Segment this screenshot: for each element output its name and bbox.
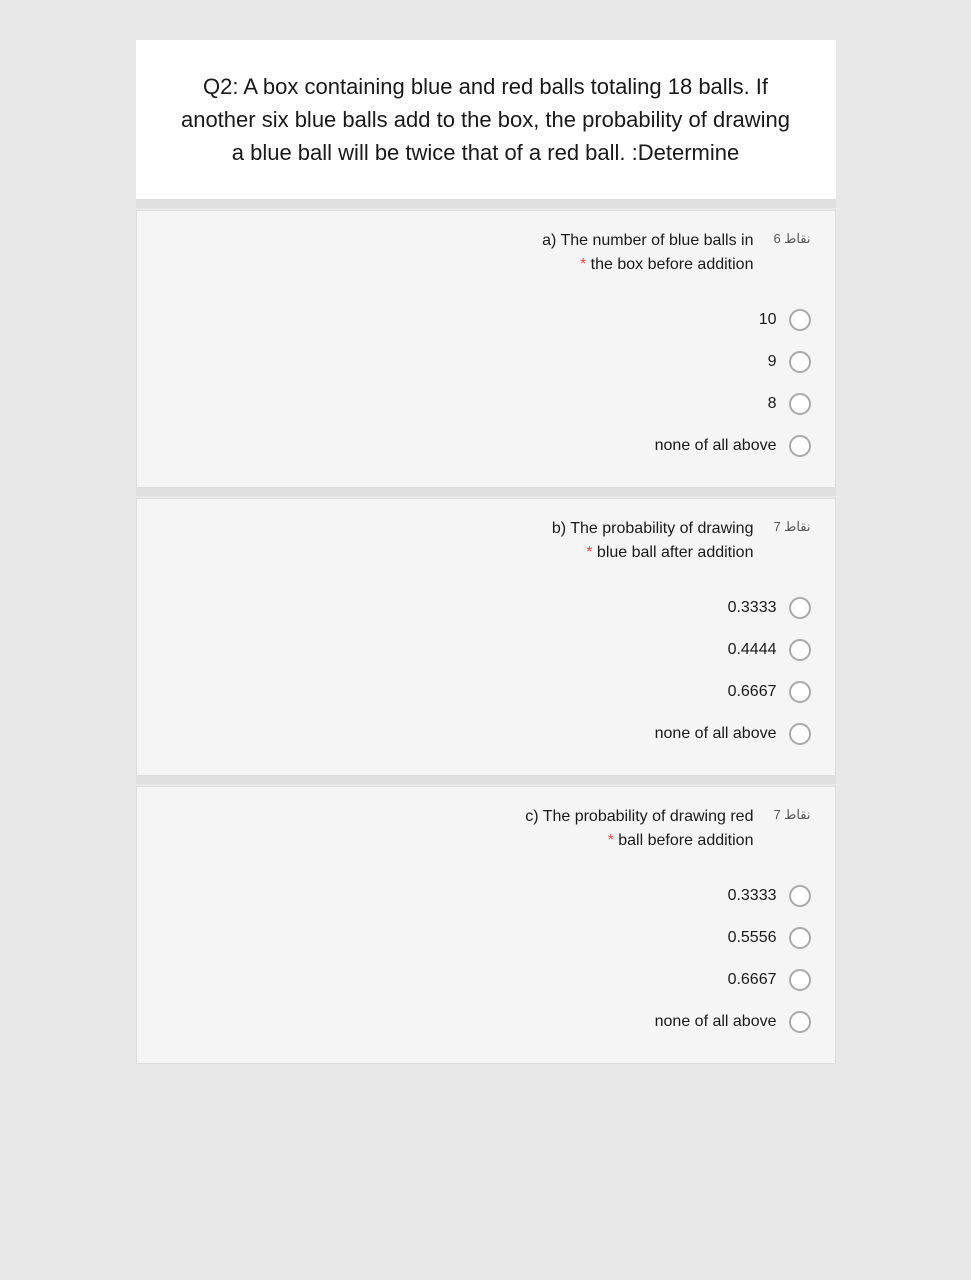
section-divider [136, 488, 836, 496]
option-row-a-none: none of all above [161, 425, 811, 467]
radio-a-10[interactable] [789, 309, 811, 331]
radio-b-0.3333[interactable] [789, 597, 811, 619]
sub-question-header-c: c) The probability of drawing red* ball … [137, 787, 835, 865]
option-label-b-0.4444: 0.4444 [728, 641, 777, 659]
points-badge-a: نقاط 6 [773, 229, 810, 247]
points-badge-b: نقاط 7 [773, 517, 810, 535]
option-label-c-0.5556: 0.5556 [728, 929, 777, 947]
option-label-b-none: none of all above [655, 725, 777, 743]
sub-question-block-b: b) The probability of drawing* blue ball… [136, 498, 836, 776]
option-label-a-10: 10 [759, 311, 777, 329]
sub-question-title-c: c) The probability of drawing red* ball … [525, 805, 753, 853]
option-row-c-0.5556: 0.5556 [161, 917, 811, 959]
radio-a-8[interactable] [789, 393, 811, 415]
option-row-c-0.6667: 0.6667 [161, 959, 811, 1001]
option-row-c-0.3333: 0.3333 [161, 875, 811, 917]
option-label-c-0.3333: 0.3333 [728, 887, 777, 905]
option-row-a-8: 8 [161, 383, 811, 425]
radio-b-none[interactable] [789, 723, 811, 745]
option-label-c-0.6667: 0.6667 [728, 971, 777, 989]
options-container-c: 0.3333 0.5556 0.6667 none of all above [137, 865, 835, 1063]
option-row-b-0.3333: 0.3333 [161, 587, 811, 629]
option-label-b-0.6667: 0.6667 [728, 683, 777, 701]
option-row-b-none: none of all above [161, 713, 811, 755]
question-text: Q2: A box containing blue and red balls … [176, 70, 796, 169]
radio-a-9[interactable] [789, 351, 811, 373]
section-divider [136, 776, 836, 784]
option-row-b-0.6667: 0.6667 [161, 671, 811, 713]
radio-b-0.6667[interactable] [789, 681, 811, 703]
radio-c-0.5556[interactable] [789, 927, 811, 949]
page-container: Q2: A box containing blue and red balls … [136, 40, 836, 1064]
radio-b-0.4444[interactable] [789, 639, 811, 661]
points-badge-c: نقاط 7 [773, 805, 810, 823]
option-label-b-0.3333: 0.3333 [728, 599, 777, 617]
option-label-a-8: 8 [768, 395, 777, 413]
sub-question-title-b: b) The probability of drawing* blue ball… [552, 517, 754, 565]
radio-a-none[interactable] [789, 435, 811, 457]
section-divider [136, 200, 836, 208]
option-row-a-10: 10 [161, 299, 811, 341]
option-row-c-none: none of all above [161, 1001, 811, 1043]
option-label-a-none: none of all above [655, 437, 777, 455]
radio-c-0.3333[interactable] [789, 885, 811, 907]
sub-question-header-b: b) The probability of drawing* blue ball… [137, 499, 835, 577]
radio-c-0.6667[interactable] [789, 969, 811, 991]
option-label-a-9: 9 [768, 353, 777, 371]
sub-question-title-a: a) The number of blue balls in* the box … [542, 229, 753, 277]
option-label-c-none: none of all above [655, 1013, 777, 1031]
sub-question-block-a: a) The number of blue balls in* the box … [136, 210, 836, 488]
options-container-b: 0.3333 0.4444 0.6667 none of all above [137, 577, 835, 775]
radio-c-none[interactable] [789, 1011, 811, 1033]
sub-question-block-c: c) The probability of drawing red* ball … [136, 786, 836, 1064]
question-header: Q2: A box containing blue and red balls … [136, 40, 836, 200]
option-row-a-9: 9 [161, 341, 811, 383]
options-container-a: 10 9 8 none of all above [137, 289, 835, 487]
sub-question-header-a: a) The number of blue balls in* the box … [137, 211, 835, 289]
option-row-b-0.4444: 0.4444 [161, 629, 811, 671]
